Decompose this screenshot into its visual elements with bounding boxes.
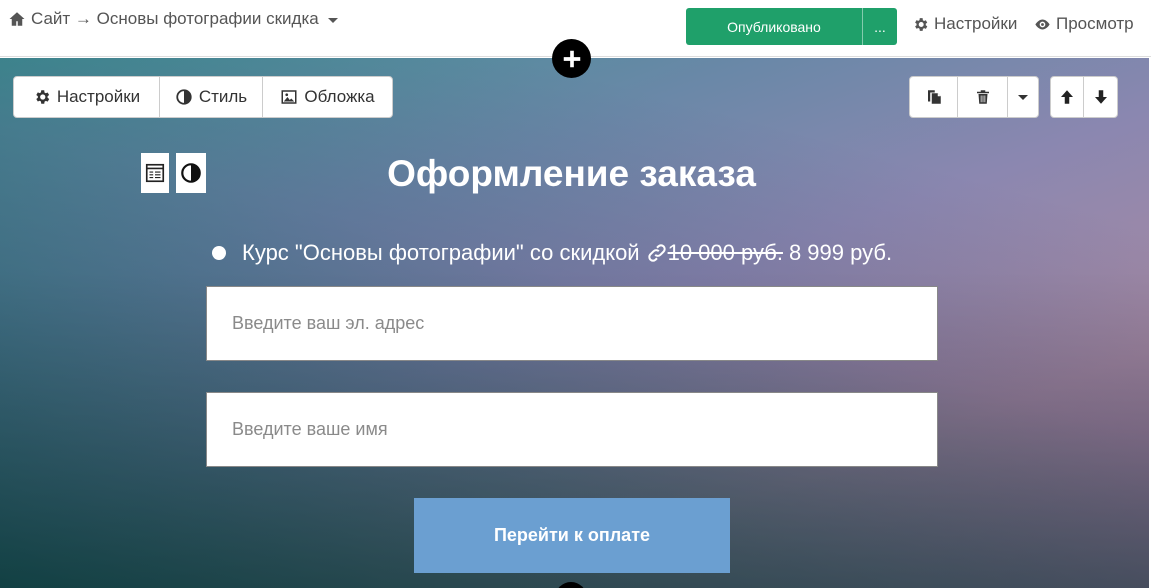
publish-group: Опубликовано ... (686, 8, 897, 45)
chevron-down-icon (1018, 94, 1028, 100)
offer-option: Курс "Основы фотографии" со скидкой 10 0… (212, 240, 892, 266)
block-style-button[interactable]: Стиль (160, 77, 263, 117)
arrow-down-icon (1094, 90, 1107, 104)
name-field[interactable] (206, 392, 938, 467)
chevron-down-icon (327, 17, 338, 23)
contrast-icon (176, 89, 192, 105)
block-style-label: Стиль (198, 87, 248, 106)
eye-icon (1035, 19, 1050, 29)
link-icon[interactable] (646, 242, 668, 264)
publish-button[interactable]: Опубликовано (686, 8, 862, 45)
breadcrumb[interactable]: Сайт → Основы фотографии скидка (8, 9, 338, 29)
pay-button[interactable]: Перейти к оплате (414, 498, 730, 573)
block-settings-label: Настройки (56, 87, 141, 106)
add-block-button[interactable] (552, 39, 591, 78)
block-cover-button[interactable]: Обложка (263, 77, 392, 117)
email-field[interactable] (206, 286, 938, 361)
offer-text: Курс "Основы фотографии" со скидкой (242, 240, 640, 265)
preview-link[interactable]: Просмотр (1034, 14, 1134, 34)
gear-icon (915, 17, 928, 31)
move-down-button[interactable] (1084, 77, 1117, 117)
arrow-up-icon (1061, 90, 1073, 104)
trash-icon (976, 90, 989, 104)
offer-radio[interactable] (212, 246, 226, 260)
settings-label: Настройки (934, 14, 1018, 33)
plus-icon (563, 50, 580, 67)
gear-icon (36, 90, 50, 104)
block-cover-label: Обложка (304, 87, 375, 106)
block-actions (909, 76, 1039, 118)
block-settings-button[interactable]: Настройки (14, 77, 160, 117)
more-actions-button[interactable] (1008, 77, 1038, 117)
breadcrumb-label: Сайт → Основы фотографии скидка (31, 9, 319, 28)
delete-block-button[interactable] (958, 77, 1008, 117)
image-icon (281, 90, 297, 104)
preview-label: Просмотр (1056, 14, 1134, 33)
copy-icon (927, 90, 941, 104)
block-move (1050, 76, 1118, 118)
move-up-button[interactable] (1051, 77, 1084, 117)
home-icon (9, 12, 25, 26)
page-title: Оформление заказа (387, 153, 756, 194)
offer-new-price: 8 999 руб. (788, 240, 893, 265)
block-toolbar: Настройки Стиль Обложка (13, 76, 393, 118)
duplicate-block-button[interactable] (910, 77, 958, 117)
settings-link[interactable]: Настройки (912, 14, 1017, 34)
publish-more-button[interactable]: ... (862, 8, 897, 45)
offer-old-price: 10 000 руб. (667, 240, 783, 265)
